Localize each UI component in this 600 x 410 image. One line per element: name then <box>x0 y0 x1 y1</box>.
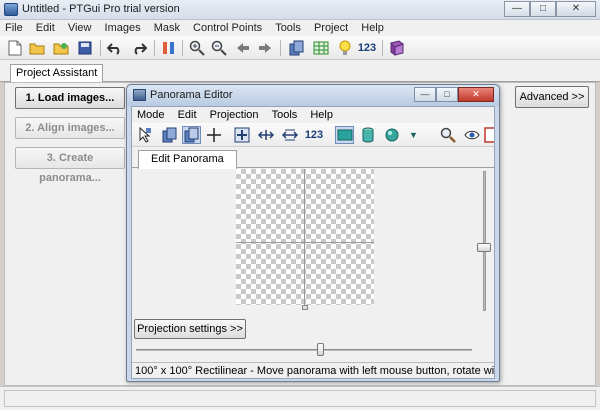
title-bar: Untitled - PTGui Pro trial version — □ ✕ <box>0 0 600 20</box>
menu-help[interactable]: Help <box>356 20 389 34</box>
arrow-right-icon[interactable] <box>256 39 274 57</box>
status-bar <box>0 386 600 410</box>
zoom-out-icon[interactable] <box>210 39 228 57</box>
main-toolbar: 123 <box>0 36 600 60</box>
maximize-button[interactable]: □ <box>530 1 556 17</box>
close-button[interactable]: ✕ <box>556 1 596 17</box>
panorama-editor-body: Mode Edit Projection Tools Help 123 ▼ Ed… <box>131 106 495 379</box>
cylindrical-icon[interactable] <box>358 126 377 144</box>
menu-tools[interactable]: Tools <box>270 20 306 34</box>
menu-edit[interactable]: Edit <box>31 20 60 34</box>
load-images-button[interactable]: 1. Load images... <box>15 87 125 109</box>
undo-icon[interactable] <box>106 39 124 57</box>
advanced-button[interactable]: Advanced >> <box>515 86 589 108</box>
panorama-preview-canvas[interactable] <box>236 169 374 305</box>
align-images-button[interactable]: 2. Align images... <box>15 117 125 139</box>
select-arrow-icon[interactable] <box>135 126 154 144</box>
menu-images[interactable]: Images <box>100 20 146 34</box>
minimize-button[interactable]: — <box>504 1 530 17</box>
new-file-icon[interactable] <box>6 39 24 57</box>
editor-toolbar: 123 ▼ <box>132 123 494 147</box>
book-icon[interactable] <box>388 39 406 57</box>
vertical-fov-slider-track[interactable] <box>483 171 486 311</box>
editor-close-button[interactable]: ✕ <box>458 87 494 102</box>
editor-status-text: 100° x 100° Rectilinear - Move panorama … <box>132 362 494 378</box>
editor-numbers-icon[interactable]: 123 <box>303 126 325 144</box>
center-point-icon[interactable] <box>232 126 251 144</box>
editor-menu-projection[interactable]: Projection <box>205 107 264 121</box>
tab-project-assistant[interactable]: Project Assistant <box>10 64 104 83</box>
horizon-guide-line <box>236 242 374 243</box>
ptgui-app-icon <box>4 3 18 16</box>
menu-mask[interactable]: Mask <box>149 20 185 34</box>
edit-individual-icon[interactable] <box>182 126 201 144</box>
center-guide-line <box>304 169 305 305</box>
save-icon[interactable] <box>76 39 94 57</box>
table-icon[interactable] <box>312 39 330 57</box>
editor-maximize-button[interactable]: □ <box>436 87 458 102</box>
eye-icon[interactable] <box>462 126 481 144</box>
vertical-fov-slider-thumb[interactable] <box>477 243 491 252</box>
rectilinear-icon[interactable] <box>335 126 354 144</box>
create-panorama-button[interactable]: 3. Create panorama... <box>15 147 125 184</box>
projection-settings-button[interactable]: Projection settings >> <box>134 319 246 339</box>
open-folder-icon[interactable] <box>28 39 46 57</box>
panorama-editor-title: Panorama Editor <box>150 89 233 101</box>
menu-project[interactable]: Project <box>309 20 353 34</box>
menu-view[interactable]: View <box>63 20 97 34</box>
window-title: Untitled - PTGui Pro trial version <box>22 3 180 15</box>
zoom-in-icon[interactable] <box>188 39 206 57</box>
more-icon[interactable] <box>484 126 494 144</box>
horizontal-fov-slider-track[interactable] <box>136 349 472 351</box>
lightbulb-icon[interactable] <box>336 39 354 57</box>
fit-vertical-icon[interactable] <box>280 126 299 144</box>
open-recent-icon[interactable] <box>52 39 70 57</box>
main-tabstrip: Project Assistant <box>0 60 600 83</box>
editor-menu-tools[interactable]: Tools <box>267 107 303 121</box>
panorama-editor-app-icon <box>133 89 146 101</box>
pliers-icon[interactable] <box>160 39 178 57</box>
show-images-icon[interactable] <box>160 126 179 144</box>
numbers-icon[interactable]: 123 <box>356 39 378 57</box>
menu-control-points[interactable]: Control Points <box>188 20 267 34</box>
editor-menu-edit[interactable]: Edit <box>173 107 202 121</box>
crosshair-icon[interactable] <box>204 126 223 144</box>
panorama-editor-titlebar[interactable]: Panorama Editor — □ ✕ <box>127 85 499 106</box>
editor-menu-bar: Mode Edit Projection Tools Help <box>132 107 494 123</box>
panorama-editor-icon[interactable] <box>288 39 306 57</box>
menu-bar: File Edit View Images Mask Control Point… <box>0 20 600 36</box>
menu-file[interactable]: File <box>0 20 28 34</box>
arrow-left-icon[interactable] <box>234 39 252 57</box>
horizontal-fov-slider-thumb[interactable] <box>317 343 324 356</box>
editor-tabstrip: Edit Panorama <box>132 147 494 169</box>
editor-menu-help[interactable]: Help <box>305 107 338 121</box>
panorama-editor-window: Panorama Editor — □ ✕ Mode Edit Projecti… <box>126 84 500 382</box>
editor-menu-mode[interactable]: Mode <box>132 107 170 121</box>
dropdown-icon[interactable]: ▼ <box>404 126 423 144</box>
sphere-icon[interactable] <box>382 126 401 144</box>
magnifier-icon[interactable] <box>438 126 457 144</box>
editor-minimize-button[interactable]: — <box>414 87 436 102</box>
fit-horizontal-icon[interactable] <box>256 126 275 144</box>
tab-edit-panorama[interactable]: Edit Panorama <box>138 150 237 169</box>
status-field <box>4 390 596 407</box>
canvas-resize-handle[interactable] <box>302 305 308 310</box>
redo-icon[interactable] <box>130 39 148 57</box>
